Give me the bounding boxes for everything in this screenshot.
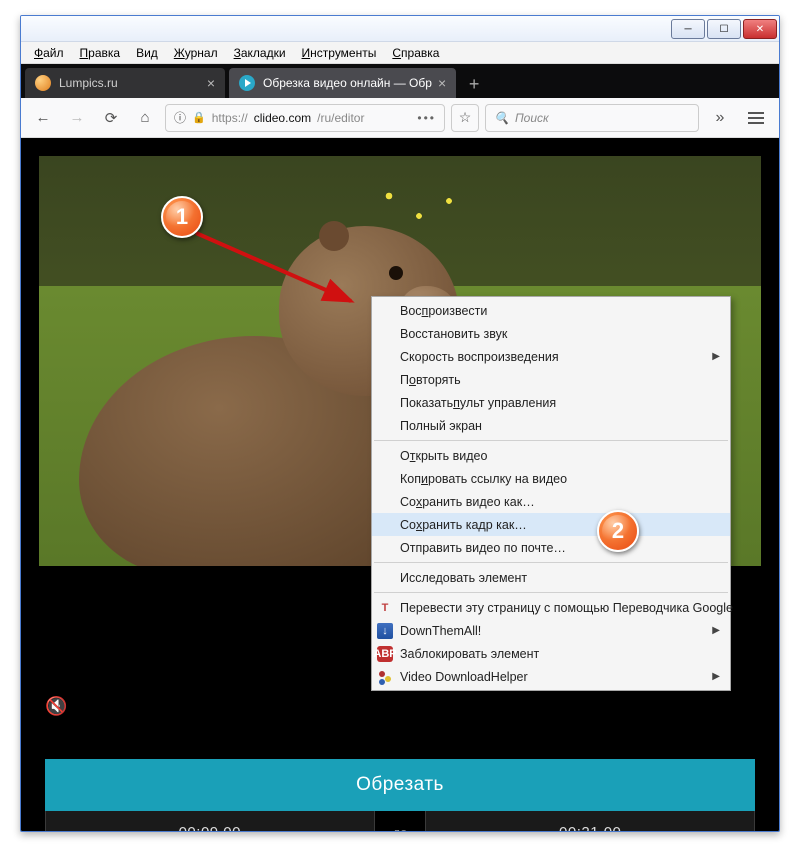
- mute-icon[interactable]: 🔇: [45, 696, 67, 717]
- overflow-button[interactable]: »: [705, 109, 735, 127]
- ctx-copy-link[interactable]: Копировать ссылку на видео: [372, 467, 730, 490]
- forward-button[interactable]: →: [63, 104, 91, 132]
- ctx-restore-sound[interactable]: Восстановить звук: [372, 322, 730, 345]
- to-label: до: [389, 825, 412, 832]
- reload-button[interactable]: ⟳: [97, 104, 125, 132]
- translate-icon: T: [377, 600, 393, 616]
- annotation-callout-1: 1: [161, 196, 203, 238]
- search-icon: 🔍: [494, 111, 509, 125]
- minimize-button[interactable]: ─: [671, 19, 705, 39]
- ctx-translate[interactable]: TПеревести эту страницу с помощью Перево…: [372, 596, 730, 619]
- close-button[interactable]: ✕: [743, 19, 777, 39]
- menu-journal[interactable]: Журнал: [167, 44, 225, 62]
- ctx-inspect[interactable]: Исследовать элемент: [372, 566, 730, 589]
- menu-tools[interactable]: Инструменты: [295, 44, 384, 62]
- tab-lumpics[interactable]: Lumpics.ru ×: [25, 68, 225, 98]
- submenu-arrow-icon: ▶: [712, 351, 720, 362]
- tab-clideo[interactable]: Обрезка видео онлайн — Обр ×: [229, 68, 456, 98]
- cut-button[interactable]: Обрезать: [45, 759, 755, 811]
- ctx-play[interactable]: Воспроизвести: [372, 299, 730, 322]
- ctx-loop[interactable]: Повторять: [372, 368, 730, 391]
- abp-icon: ABP: [377, 646, 393, 662]
- menu-edit[interactable]: Правка: [73, 44, 128, 62]
- tab-label: Lumpics.ru: [59, 76, 201, 90]
- search-box[interactable]: 🔍 Поиск: [485, 104, 699, 132]
- ctx-vdh[interactable]: Video DownloadHelper▶: [372, 665, 730, 688]
- annotation-callout-2: 2: [597, 510, 639, 552]
- ctx-save-video[interactable]: Сохранить видео как…: [372, 490, 730, 513]
- close-tab-icon[interactable]: ×: [438, 75, 446, 91]
- ctx-downthemall[interactable]: ↓DownThemAll!▶: [372, 619, 730, 642]
- menu-bookmarks[interactable]: Закладки: [227, 44, 293, 62]
- submenu-arrow-icon: ▶: [712, 625, 720, 636]
- bookmark-button[interactable]: ☆: [451, 104, 479, 132]
- tab-strip: Lumpics.ru × Обрезка видео онлайн — Обр …: [21, 64, 779, 98]
- menu-file[interactable]: Файл: [27, 44, 71, 62]
- window-titlebar: ─ ☐ ✕: [21, 16, 779, 42]
- back-button[interactable]: ←: [29, 104, 57, 132]
- video-context-menu: Воспроизвести Восстановить звук Скорость…: [371, 296, 731, 691]
- favicon-icon: [35, 75, 51, 91]
- downthemall-icon: ↓: [377, 623, 393, 639]
- address-bar[interactable]: ⓘ 🔒 https:// clideo.com/ru/editor •••: [165, 104, 445, 132]
- url-host: clideo.com: [254, 111, 311, 125]
- close-tab-icon[interactable]: ×: [207, 75, 215, 91]
- search-placeholder: Поиск: [515, 111, 549, 125]
- ctx-open-video[interactable]: Открыть видео: [372, 444, 730, 467]
- new-tab-button[interactable]: +: [460, 70, 488, 98]
- separator: [374, 562, 728, 563]
- page-actions-icon[interactable]: •••: [417, 111, 436, 125]
- vdh-icon: [377, 669, 393, 685]
- end-time-input[interactable]: 00:21.00: [425, 808, 755, 831]
- favicon-icon: [239, 75, 255, 91]
- tab-label: Обрезка видео онлайн — Обр: [263, 76, 432, 90]
- start-time-input[interactable]: 00:09.00: [45, 808, 375, 831]
- app-menu-button[interactable]: [741, 112, 771, 124]
- toolbar: ← → ⟳ ⌂ ⓘ 🔒 https:// clideo.com/ru/editor…: [21, 98, 779, 138]
- ctx-save-frame[interactable]: Сохранить кадр как…: [372, 513, 730, 536]
- menu-view[interactable]: Вид: [129, 44, 165, 62]
- lock-icon: 🔒: [192, 111, 206, 124]
- separator: [374, 592, 728, 593]
- maximize-button[interactable]: ☐: [707, 19, 741, 39]
- menu-help[interactable]: Справка: [385, 44, 446, 62]
- ctx-show-controls[interactable]: Показать пульт управления: [372, 391, 730, 414]
- home-button[interactable]: ⌂: [131, 104, 159, 132]
- menu-bar: Файл Правка Вид Журнал Закладки Инструме…: [21, 42, 779, 64]
- ctx-playback-speed[interactable]: Скорость воспроизведения▶: [372, 345, 730, 368]
- ctx-fullscreen[interactable]: Полный экран: [372, 414, 730, 437]
- url-path: /ru/editor: [317, 111, 364, 125]
- ctx-adblock[interactable]: ABPЗаблокировать элемент: [372, 642, 730, 665]
- submenu-arrow-icon: ▶: [712, 671, 720, 682]
- separator: [374, 440, 728, 441]
- ctx-email-video[interactable]: Отправить видео по почте…: [372, 536, 730, 559]
- url-protocol: https://: [212, 111, 248, 125]
- site-info-icon[interactable]: ⓘ: [174, 109, 186, 126]
